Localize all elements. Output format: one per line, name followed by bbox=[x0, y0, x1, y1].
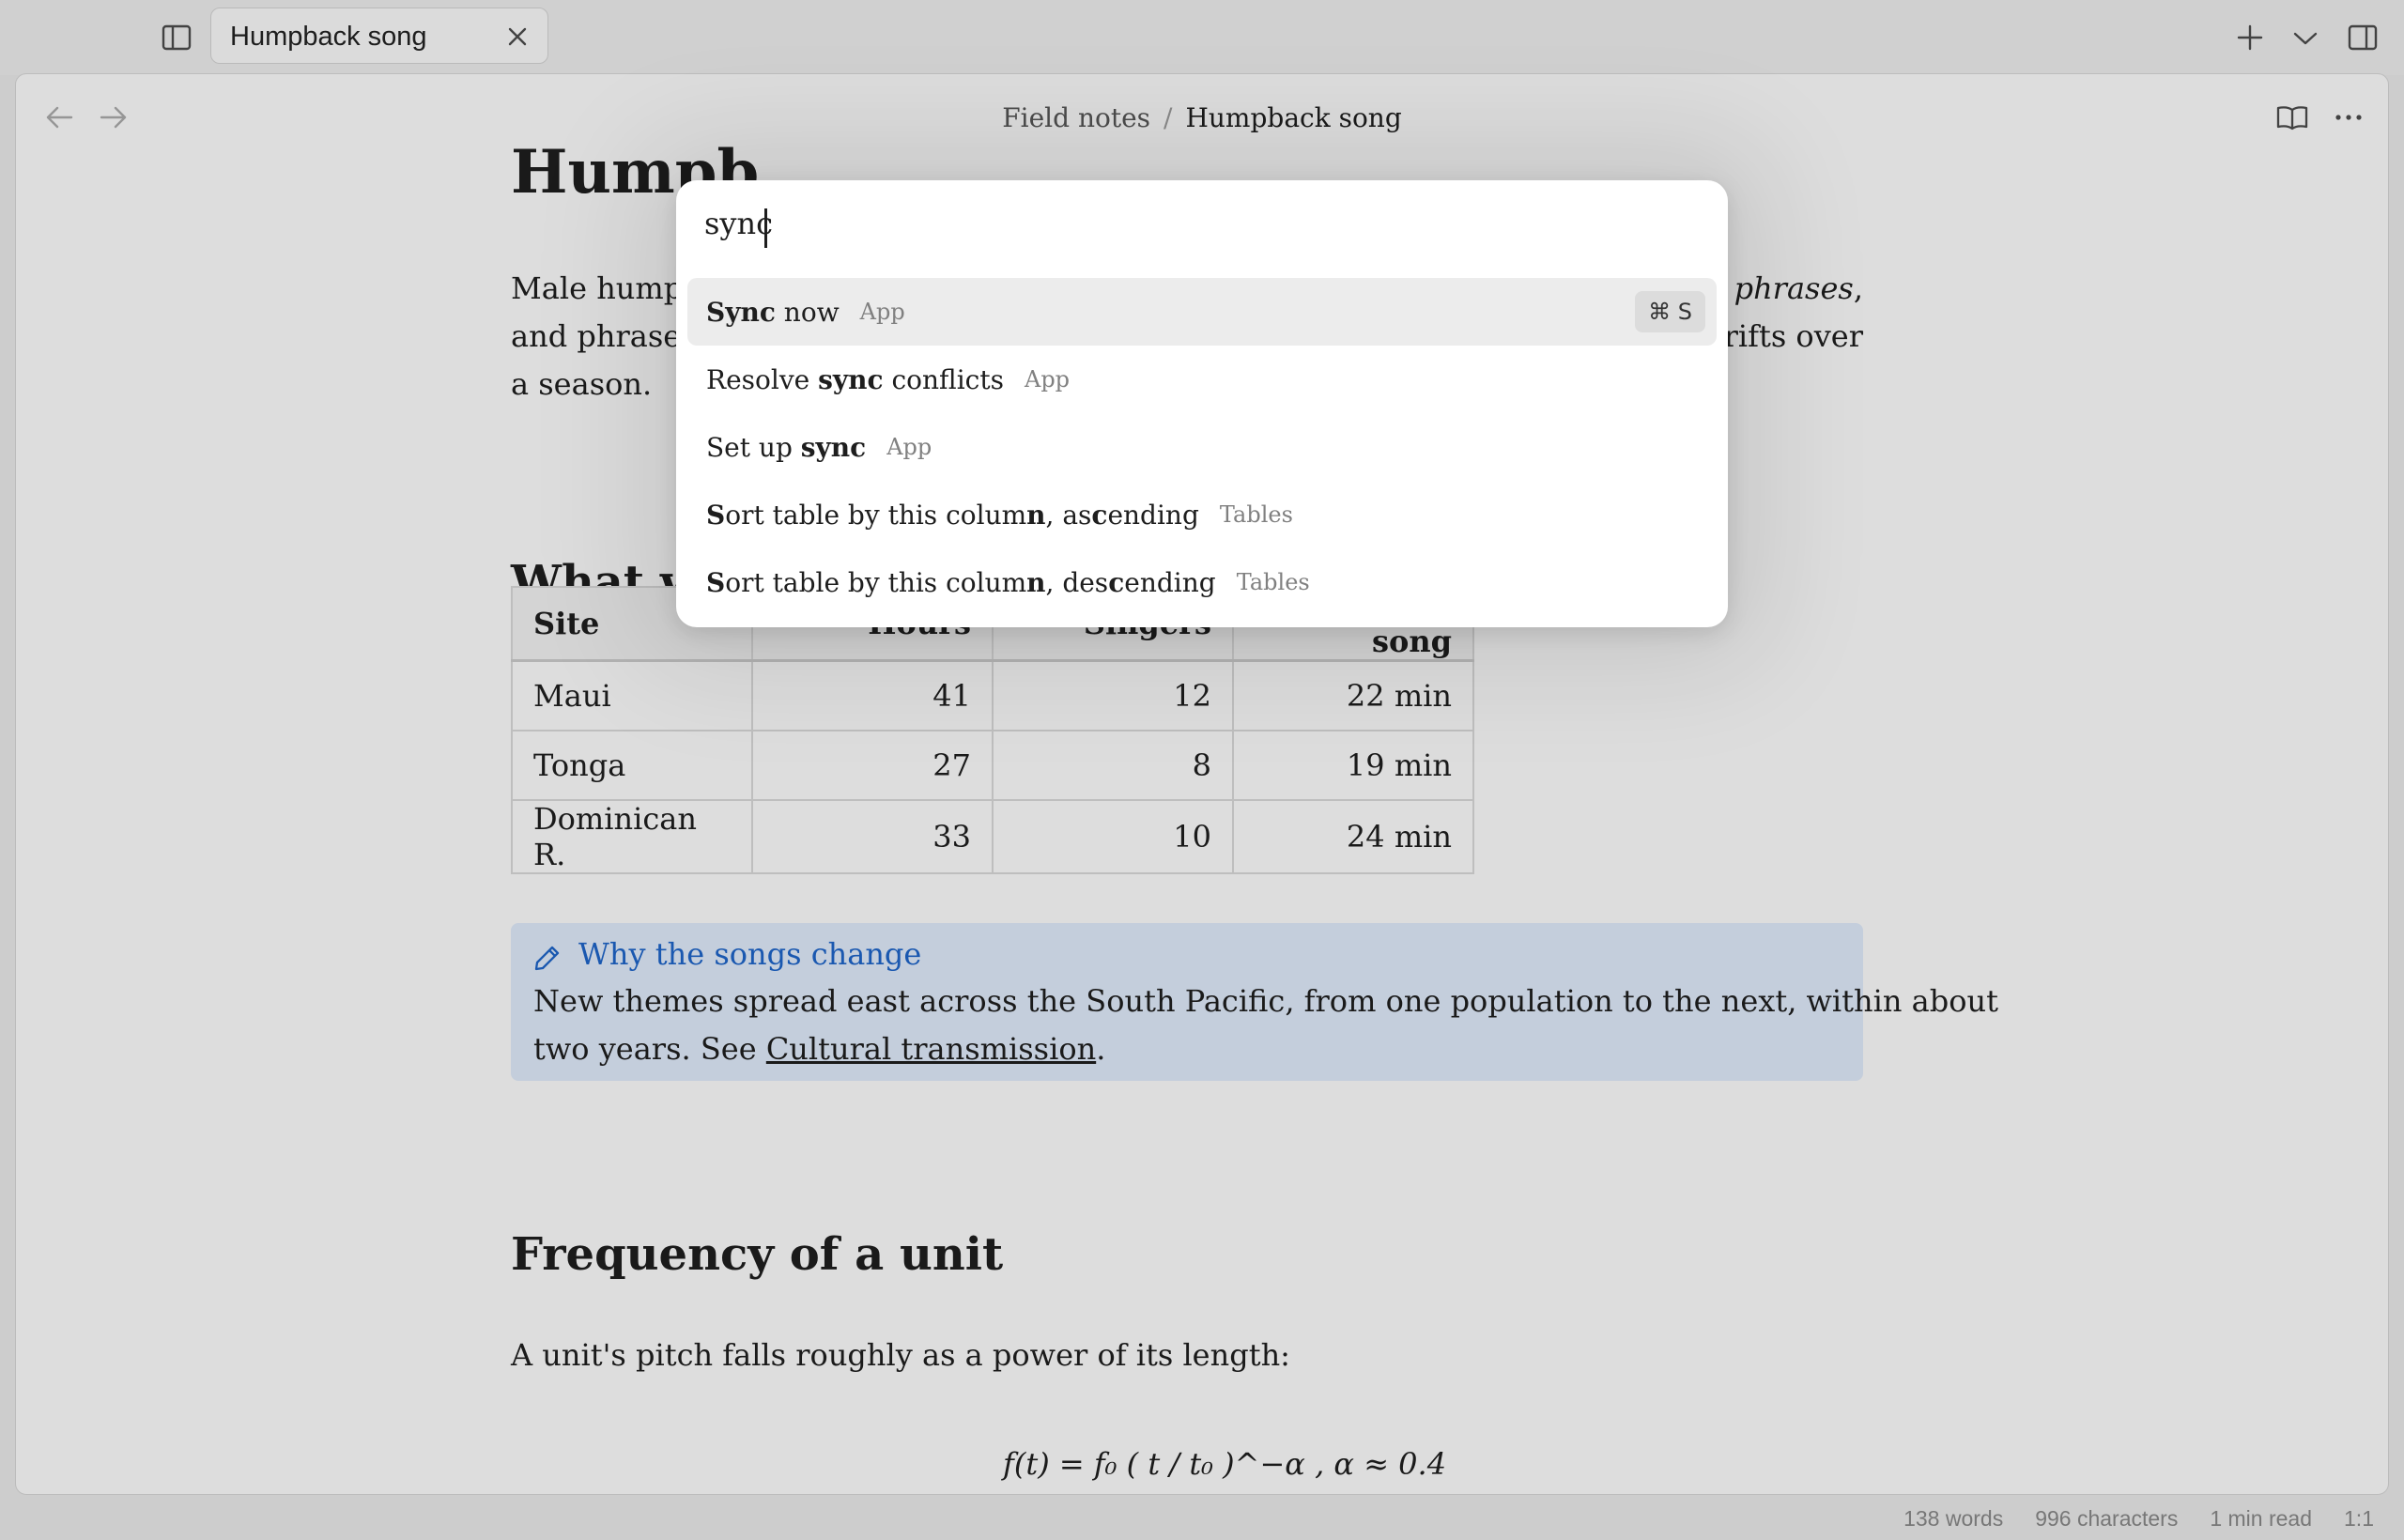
command-category: Tables bbox=[1219, 501, 1293, 528]
text-caret bbox=[764, 208, 767, 248]
command-label: Resolve sync conflicts bbox=[706, 363, 1004, 395]
command-palette: Sync nowApp⌘ SResolve sync conflictsAppS… bbox=[676, 180, 1728, 627]
command-category: App bbox=[1024, 366, 1071, 393]
command-category: App bbox=[886, 434, 932, 460]
status-bar: 138 words 996 characters 1 min read 1:1 bbox=[1872, 1506, 2374, 1532]
command-result-item[interactable]: Sort table by this column, descending Tab… bbox=[687, 548, 1717, 616]
command-category: Tables bbox=[1236, 569, 1310, 595]
read-time: 1 min read bbox=[2210, 1506, 2313, 1531]
keyboard-shortcut-badge: ⌘ S bbox=[1635, 291, 1705, 332]
cursor-position: 1:1 bbox=[2344, 1506, 2374, 1531]
command-label: Set up sync bbox=[706, 431, 867, 463]
command-result-item[interactable]: Resolve sync conflicts App bbox=[687, 346, 1717, 413]
command-label: Sync now bbox=[706, 296, 840, 328]
character-count: 996 characters bbox=[2035, 1506, 2179, 1531]
command-results-list: Sync now App ⌘ S Resolve sync conflicts App S… bbox=[687, 278, 1717, 616]
command-search-input[interactable] bbox=[704, 205, 1643, 242]
command-category: App bbox=[859, 299, 905, 325]
command-result-item[interactable]: Sync now App ⌘ S bbox=[687, 278, 1717, 346]
command-label: Sort table by this column, descending bbox=[706, 566, 1216, 598]
command-result-item[interactable]: Sort table by this column, ascending Tabl… bbox=[687, 481, 1717, 548]
command-result-item[interactable]: Set up sync App bbox=[687, 413, 1717, 481]
word-count: 138 words bbox=[1903, 1506, 2004, 1531]
command-label: Sort table by this column, ascending bbox=[706, 499, 1199, 531]
